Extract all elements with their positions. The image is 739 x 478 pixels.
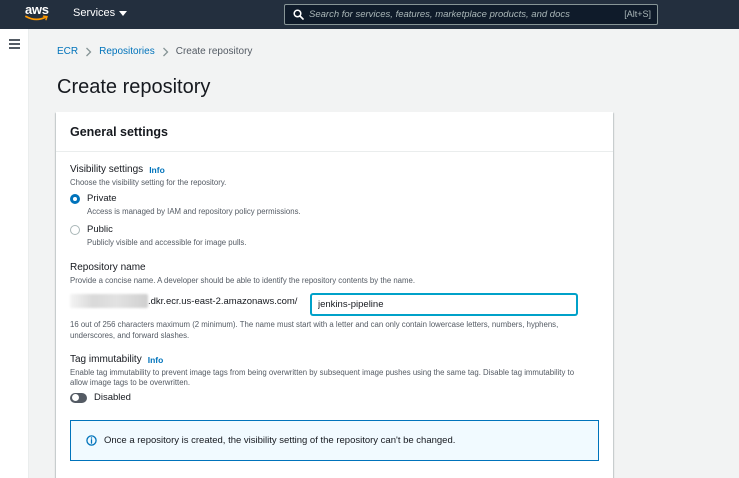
side-navigation-rail <box>0 29 29 478</box>
radio-option-private[interactable]: Private Access is managed by IAM and rep… <box>70 193 301 216</box>
visibility-settings-section: Visibility settings Info Choose the visi… <box>70 164 226 188</box>
repository-name-input[interactable] <box>311 294 577 315</box>
public-radio-label: Public <box>87 224 113 235</box>
visibility-info-link[interactable]: Info <box>149 165 165 175</box>
public-radio-description: Publicly visible and accessible for imag… <box>87 238 247 247</box>
breadcrumb-ecr[interactable]: ECR <box>57 46 78 57</box>
chevron-right-icon <box>162 47 169 56</box>
tag-immutability-section: Tag immutability Info Enable tag immutab… <box>70 354 590 388</box>
hamburger-menu-icon[interactable] <box>9 39 20 49</box>
breadcrumb-repositories[interactable]: Repositories <box>99 46 155 57</box>
radio-option-public[interactable]: Public Publicly visible and accessible f… <box>70 224 246 247</box>
public-radio[interactable] <box>70 225 80 235</box>
tag-immutability-info-link[interactable]: Info <box>148 355 164 365</box>
private-radio-label: Private <box>87 193 117 204</box>
panel-header: General settings <box>56 112 613 152</box>
services-menu-button[interactable]: Services <box>73 7 128 19</box>
tag-immutability-toggle-row[interactable]: Disabled <box>70 392 131 403</box>
aws-logo-text: aws <box>25 2 49 17</box>
global-search[interactable]: [Alt+S] <box>284 4 658 25</box>
aws-logo[interactable]: aws <box>25 3 51 25</box>
chevron-right-icon <box>86 47 92 56</box>
page-title: Create repository <box>57 76 211 98</box>
private-radio[interactable] <box>70 194 80 204</box>
tag-immutability-description: Enable tag immutability to prevent image… <box>70 368 575 387</box>
redacted-account-id <box>70 294 148 308</box>
visibility-settings-label: Visibility settings <box>70 164 144 175</box>
caret-down-icon <box>119 11 128 16</box>
search-input[interactable] <box>309 7 609 22</box>
tag-immutability-label: Tag immutability <box>70 354 142 365</box>
tag-immutability-state: Disabled <box>94 392 131 403</box>
repository-name-constraint: 16 out of 256 characters maximum (2 mini… <box>70 320 559 340</box>
top-navigation: aws Services [Alt+S] <box>0 0 739 29</box>
private-radio-description: Access is managed by IAM and repository … <box>87 207 301 216</box>
services-label: Services <box>73 7 116 19</box>
general-settings-panel: General settings Visibility settings Inf… <box>56 112 613 478</box>
panel-title: General settings <box>70 125 168 139</box>
breadcrumb-current: Create repository <box>175 46 253 57</box>
info-circle-icon <box>86 435 97 446</box>
breadcrumb: ECR Repositories Create repository <box>57 46 252 57</box>
visibility-info-alert: Once a repository is created, the visibi… <box>70 420 599 461</box>
registry-uri-suffix: .dkr.ecr.us-east-2.amazonaws.com/ <box>148 295 298 307</box>
visibility-description: Choose the visibility setting for the re… <box>70 178 227 187</box>
search-icon <box>293 9 304 20</box>
repository-uri-prefix: .dkr.ecr.us-east-2.amazonaws.com/ <box>70 294 297 308</box>
search-shortcut-hint: [Alt+S] <box>624 9 651 19</box>
alert-message: Once a repository is created, the visibi… <box>104 435 456 446</box>
repository-name-label: Repository name <box>70 262 146 273</box>
tag-immutability-toggle[interactable] <box>70 392 87 403</box>
repository-name-section: Repository name Provide a concise name. … <box>70 262 415 286</box>
repository-name-description: Provide a concise name. A developer shou… <box>70 276 416 285</box>
